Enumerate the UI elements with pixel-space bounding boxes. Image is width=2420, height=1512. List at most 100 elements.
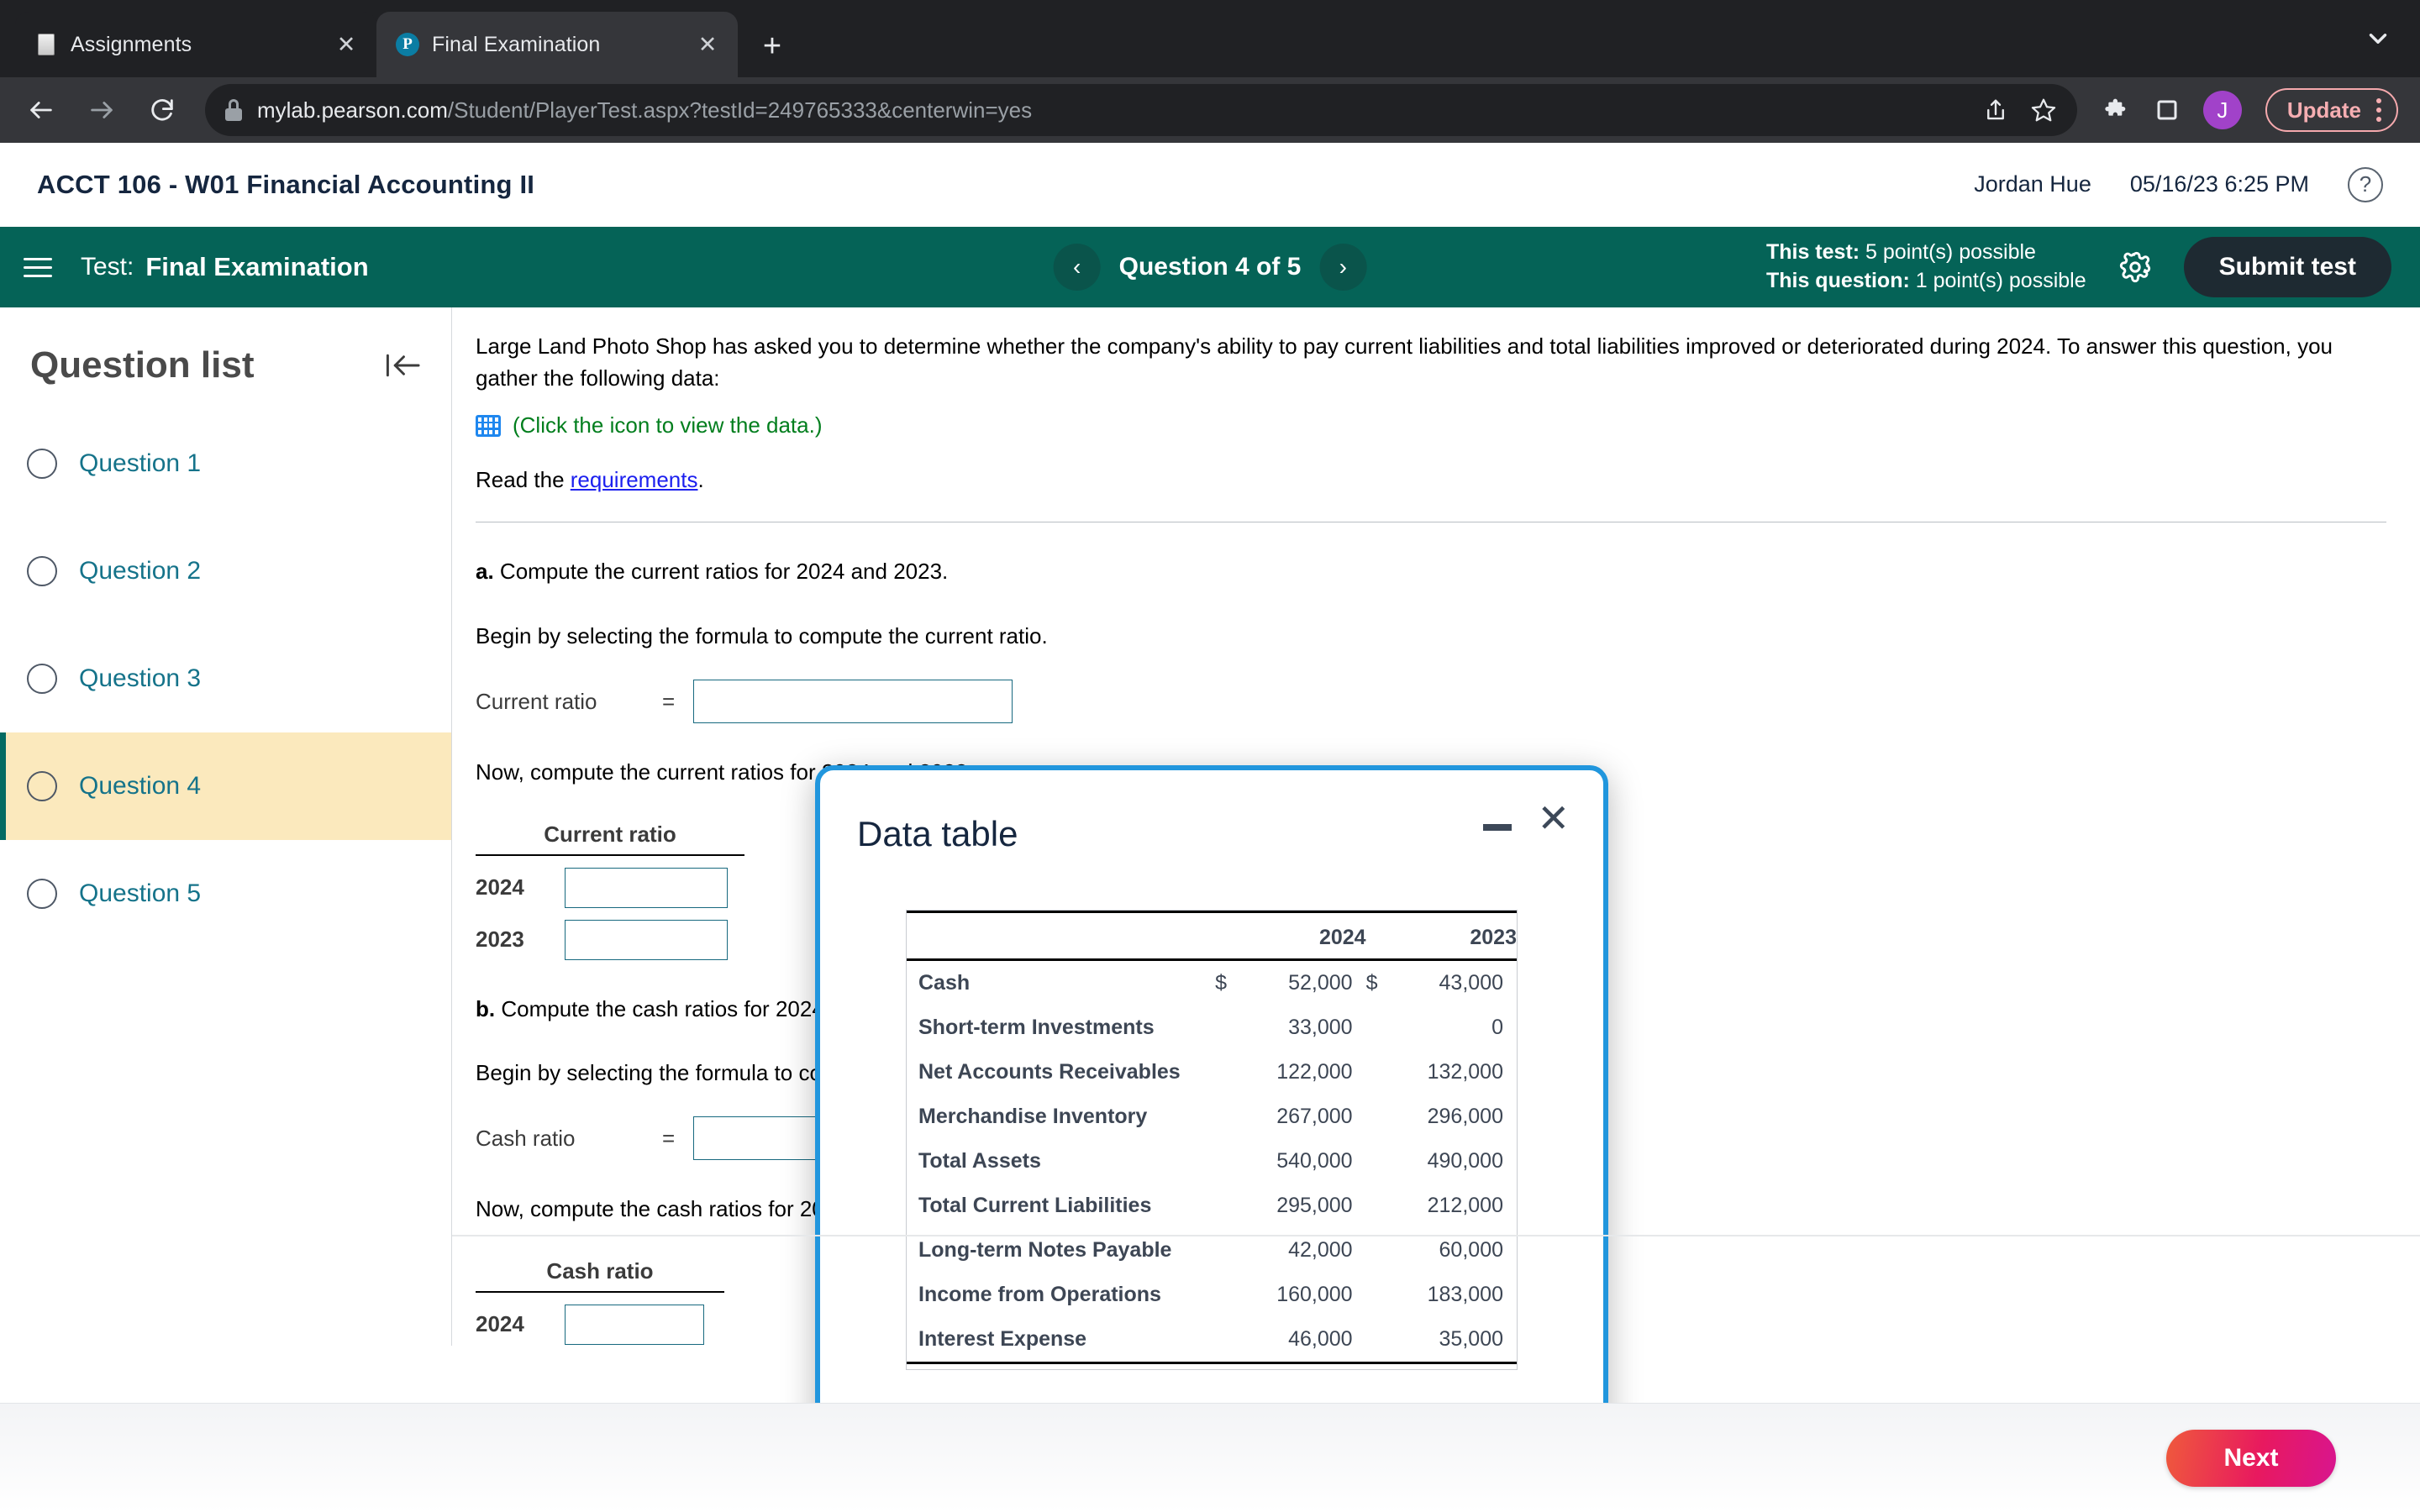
- cash-ratio-answer-table: Cash ratio 2024 2023: [476, 1258, 724, 1346]
- cash-ratio-2024-input[interactable]: [565, 1304, 704, 1345]
- table-row: Short-term Investments 33,000 0: [907, 1005, 1517, 1050]
- currency-2023: [1366, 1184, 1399, 1228]
- tab-strip: Assignments ✕ P Final Examination ✕ +: [0, 0, 2420, 77]
- url-domain: mylab.pearson.com: [257, 97, 448, 123]
- row-year-2023: 2023: [476, 927, 524, 953]
- footer-bar: Next: [0, 1403, 2420, 1512]
- currency-2023: [1366, 1139, 1399, 1184]
- browser-tab-final-examination[interactable]: P Final Examination ✕: [376, 12, 738, 77]
- bookmark-star-icon[interactable]: [2030, 97, 2057, 123]
- pearson-icon: P: [395, 32, 420, 57]
- modal-title: Data table: [857, 814, 1018, 853]
- question-status-circle-icon: [27, 556, 57, 586]
- back-icon[interactable]: [15, 84, 67, 136]
- value-2023: 212,000: [1427, 1193, 1503, 1217]
- address-bar[interactable]: mylab.pearson.com/Student/PlayerTest.asp…: [205, 84, 2077, 136]
- table-row: 2024: [476, 1304, 724, 1345]
- question-list-sidebar: Question list Question 1 Question 2 Ques…: [0, 307, 452, 1346]
- lock-icon: [225, 99, 242, 121]
- question-status-circle-icon: [27, 664, 57, 694]
- cash-ratio-table-header: Cash ratio: [476, 1258, 724, 1293]
- current-ratio-table-header: Current ratio: [476, 822, 744, 856]
- sidebar-panel-icon[interactable]: [2154, 97, 2180, 123]
- current-ratio-formula-input[interactable]: [693, 680, 1013, 724]
- close-icon[interactable]: ✕: [1537, 799, 1570, 837]
- sidebar-item-question-3[interactable]: Question 3: [0, 625, 451, 732]
- value-2023: 296,000: [1427, 1104, 1503, 1128]
- data-table-grid-icon[interactable]: [476, 414, 501, 437]
- browser-chrome: Assignments ✕ P Final Examination ✕ + my…: [0, 0, 2420, 143]
- update-label: Update: [2286, 97, 2361, 123]
- currency-2024: [1215, 1095, 1248, 1139]
- next-question-button[interactable]: ›: [1319, 244, 1367, 291]
- value-2024: 267,000: [1276, 1104, 1353, 1128]
- share-icon[interactable]: [1983, 97, 2008, 123]
- gear-icon[interactable]: [2117, 249, 2154, 286]
- datetime-label: 05/16/23 6:25 PM: [2129, 171, 2309, 197]
- table-row: Net Accounts Receivables 122,000 132,000: [907, 1050, 1517, 1095]
- currency-2023: [1366, 1095, 1399, 1139]
- sidebar-item-label: Question 1: [79, 449, 202, 477]
- sidebar-item-question-5[interactable]: Question 5: [0, 840, 451, 948]
- close-icon[interactable]: ✕: [329, 28, 363, 61]
- submit-test-button[interactable]: Submit test: [2183, 237, 2391, 297]
- row-label: Income from Operations: [918, 1282, 1161, 1306]
- test-points-value: 5 point(s) possible: [1865, 240, 2036, 265]
- sidebar-title: Question list: [30, 344, 255, 386]
- browser-tab-assignments[interactable]: Assignments ✕: [15, 12, 376, 77]
- extensions-puzzle-icon[interactable]: [2104, 97, 2131, 123]
- browser-toolbar-actions: J Update: [2097, 88, 2398, 132]
- next-button[interactable]: Next: [2166, 1429, 2336, 1487]
- test-toolbar: Test: Final Examination ‹ Question 4 of …: [0, 227, 2420, 307]
- points-summary: This test: 5 point(s) possible This ques…: [1766, 239, 2086, 296]
- row-label: Cash: [918, 970, 971, 995]
- previous-question-button[interactable]: ‹: [1053, 244, 1101, 291]
- currency-2023: [1366, 1273, 1399, 1317]
- table-row: 2023: [476, 919, 744, 960]
- test-points-label: This test:: [1765, 240, 1860, 265]
- value-2024: 52,000: [1288, 970, 1353, 995]
- currency-2024: [1215, 1316, 1249, 1364]
- question-navigator: ‹ Question 4 of 5 ›: [1053, 244, 1367, 291]
- help-icon[interactable]: ?: [2348, 166, 2383, 202]
- hamburger-menu-icon[interactable]: [24, 257, 62, 277]
- question-status-circle-icon: [27, 879, 57, 909]
- currency-2024: [1215, 1005, 1248, 1050]
- current-ratio-2023-input[interactable]: [565, 919, 728, 960]
- row-label: Total Current Liabilities: [918, 1193, 1152, 1217]
- sidebar-item-question-4[interactable]: Question 4: [0, 732, 451, 840]
- tab-search-chevron-icon[interactable]: [2358, 18, 2398, 59]
- part-a-instruction: a. a. Compute the current ratios for 202…: [476, 559, 949, 585]
- forward-icon[interactable]: [76, 84, 128, 136]
- cash-ratio-label: Cash ratio: [476, 1125, 576, 1151]
- sidebar-item-question-2[interactable]: Question 2: [0, 517, 451, 625]
- kebab-menu-icon[interactable]: [2376, 98, 2381, 122]
- sidebar-item-label: Question 5: [79, 879, 202, 907]
- current-ratio-2024-input[interactable]: [565, 867, 728, 908]
- data-table-modal: Data table ✕ 2024 2023 Cash $ 52,000 $ 4…: [815, 765, 1608, 1512]
- table-row: Income from Operations 160,000 183,000: [907, 1273, 1517, 1317]
- new-tab-button[interactable]: +: [746, 20, 798, 72]
- minimize-icon[interactable]: [1483, 824, 1512, 831]
- requirements-link[interactable]: requirements: [571, 467, 698, 492]
- currency-2024: [1215, 1184, 1248, 1228]
- sidebar-item-question-1[interactable]: Question 1: [0, 410, 451, 517]
- user-name: Jordan Hue: [1974, 171, 2091, 197]
- reload-icon[interactable]: [136, 84, 188, 136]
- data-table-launcher[interactable]: (Click the icon to view the data.): [476, 412, 2386, 438]
- close-icon[interactable]: ✕: [691, 28, 724, 61]
- tab-title: Assignments: [71, 32, 192, 56]
- question-counter: Question 4 of 5: [1118, 253, 1302, 281]
- current-ratio-answer-table: Current ratio 2024 2023: [476, 822, 744, 960]
- data-table-container: 2024 2023 Cash $ 52,000 $ 43,000 Short-t…: [906, 910, 1518, 1370]
- sidebar-item-label: Question 4: [79, 772, 202, 800]
- avatar[interactable]: J: [2202, 91, 2242, 129]
- collapse-panel-icon[interactable]: [384, 351, 421, 380]
- test-prefix-label: Test:: [81, 253, 134, 281]
- requirements-line: Read the requirements.: [476, 467, 2386, 493]
- currency-2024: $: [1215, 970, 1228, 995]
- table-row: Total Current Liabilities 295,000 212,00…: [907, 1184, 1517, 1228]
- update-button[interactable]: Update: [2265, 88, 2398, 132]
- value-2023: 43,000: [1439, 970, 1503, 995]
- column-header-2023: 2023: [1398, 916, 1517, 961]
